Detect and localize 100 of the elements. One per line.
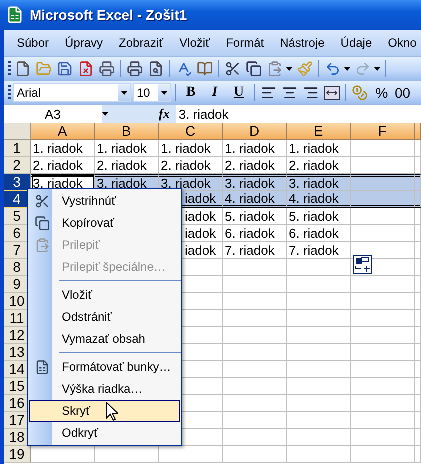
table-cell (351, 242, 415, 259)
formula-field[interactable]: 3. riadok (176, 105, 421, 123)
cut-icon[interactable] (224, 60, 240, 76)
row-header[interactable]: 1 (4, 140, 31, 157)
row-header[interactable]: 19 (4, 446, 31, 463)
menu-item[interactable]: Údaje (334, 34, 380, 52)
menu-item[interactable]: Zobraziť (112, 34, 171, 52)
column-header[interactable]: E (287, 123, 351, 140)
copy-icon (34, 216, 50, 230)
align-left-icon[interactable] (260, 84, 276, 100)
column-header[interactable]: C (159, 123, 223, 140)
table-cell (351, 344, 415, 361)
table-cell (223, 395, 287, 412)
table-cell: 2. riadok (287, 157, 351, 174)
percent-button[interactable]: % (371, 83, 393, 102)
table-cell (223, 378, 287, 395)
table-cell (351, 140, 415, 157)
comma-button[interactable]: 00 (395, 83, 411, 102)
table-cell: 7. riadok (223, 242, 287, 259)
new-document-icon[interactable] (14, 60, 30, 76)
table-cell: 4. riadok (223, 191, 287, 208)
table-cell: 2. riadok (31, 157, 95, 174)
function-label[interactable]: fx (159, 106, 170, 122)
merge-center-icon[interactable] (324, 86, 340, 100)
caret-icon[interactable] (102, 112, 109, 116)
table-cell: 1. riadok (287, 140, 351, 157)
table-cell: 3. riadok (159, 174, 223, 191)
table-cell (351, 310, 415, 327)
print-preview-icon[interactable] (148, 60, 164, 76)
mouse-pointer-icon (106, 402, 118, 421)
caret-icon[interactable] (160, 90, 168, 94)
align-center-icon[interactable] (282, 84, 298, 100)
column-header[interactable]: D (223, 123, 287, 140)
menu-item[interactable]: Odstrániť (29, 306, 180, 328)
paste-options-icon[interactable] (353, 255, 372, 274)
copy-icon[interactable] (246, 60, 262, 76)
table-cell (351, 157, 415, 174)
column-header[interactable]: A (31, 123, 95, 140)
row-header[interactable]: 2 (4, 157, 31, 174)
coins-icon[interactable] (352, 84, 368, 100)
window-title: Microsoft Excel - Zošit1 (30, 7, 188, 23)
row-header[interactable]: 3 (4, 174, 31, 191)
menu-item[interactable]: Súbor (10, 34, 56, 52)
table-cell (223, 412, 287, 429)
table-cell (351, 191, 415, 208)
menu-item[interactable]: Formátovať bunky… (29, 356, 180, 378)
caret-icon[interactable] (286, 66, 293, 70)
table-cell: 2. riadok (159, 157, 223, 174)
table-cell: 2. riadok (95, 157, 159, 174)
table-cell (223, 361, 287, 378)
undo-icon[interactable] (324, 60, 340, 76)
menu-item[interactable]: Odkryť (29, 422, 180, 444)
column-header[interactable] (415, 123, 421, 140)
column-header[interactable]: F (351, 123, 415, 140)
scissors-icon (34, 194, 50, 208)
table-cell (287, 310, 351, 327)
table-cell (351, 174, 415, 191)
caret-icon[interactable] (120, 90, 128, 94)
table-cell: 1. riadok (31, 140, 95, 157)
table-cell: 1. riadok (159, 140, 223, 157)
table-cell (287, 293, 351, 310)
table-cell (351, 327, 415, 344)
table-cell (287, 259, 351, 276)
caret-icon[interactable] (344, 66, 351, 70)
font-size-field[interactable]: 10 (133, 83, 171, 102)
table-cell (351, 293, 415, 310)
table-cell (223, 344, 287, 361)
table-cell (351, 378, 415, 395)
style-button[interactable]: B (180, 83, 202, 102)
save-icon[interactable] (56, 60, 72, 76)
menu-item[interactable]: Vymazať obsah (29, 328, 180, 350)
align-right-icon[interactable] (302, 84, 318, 100)
name-box[interactable]: A3 (4, 105, 102, 123)
table-cell (351, 208, 415, 225)
font-field[interactable]: Arial (13, 83, 131, 102)
menu-item[interactable]: Vložiť (172, 34, 218, 52)
menu-item[interactable]: Skryť (29, 400, 180, 422)
table-cell (287, 327, 351, 344)
book-icon[interactable] (196, 60, 212, 76)
document-block-icon[interactable] (78, 60, 94, 76)
table-cell (287, 412, 351, 429)
table-cell (287, 361, 351, 378)
print-icon[interactable] (126, 60, 142, 76)
menu-item[interactable]: Úpravy (58, 34, 110, 52)
menu-item[interactable]: Výška riadka… (29, 378, 180, 400)
menu-item[interactable]: Okno (381, 34, 421, 52)
column-header[interactable]: B (95, 123, 159, 140)
table-cell (287, 378, 351, 395)
table-cell (351, 395, 415, 412)
table-cell: 5. riadok (287, 208, 351, 225)
menu-item[interactable]: Vložiť (29, 284, 180, 306)
menu-item[interactable]: Formát (219, 34, 272, 52)
menu-item[interactable]: Nástroje (273, 34, 332, 52)
table-cell (223, 327, 287, 344)
caret-icon[interactable] (374, 66, 381, 70)
table-cell: 7. riadok (287, 242, 351, 259)
document-print-icon[interactable] (98, 60, 114, 76)
style-button[interactable]: I (204, 83, 226, 102)
style-button[interactable]: U (228, 83, 250, 102)
table-cell: 3. riadok (223, 174, 287, 191)
